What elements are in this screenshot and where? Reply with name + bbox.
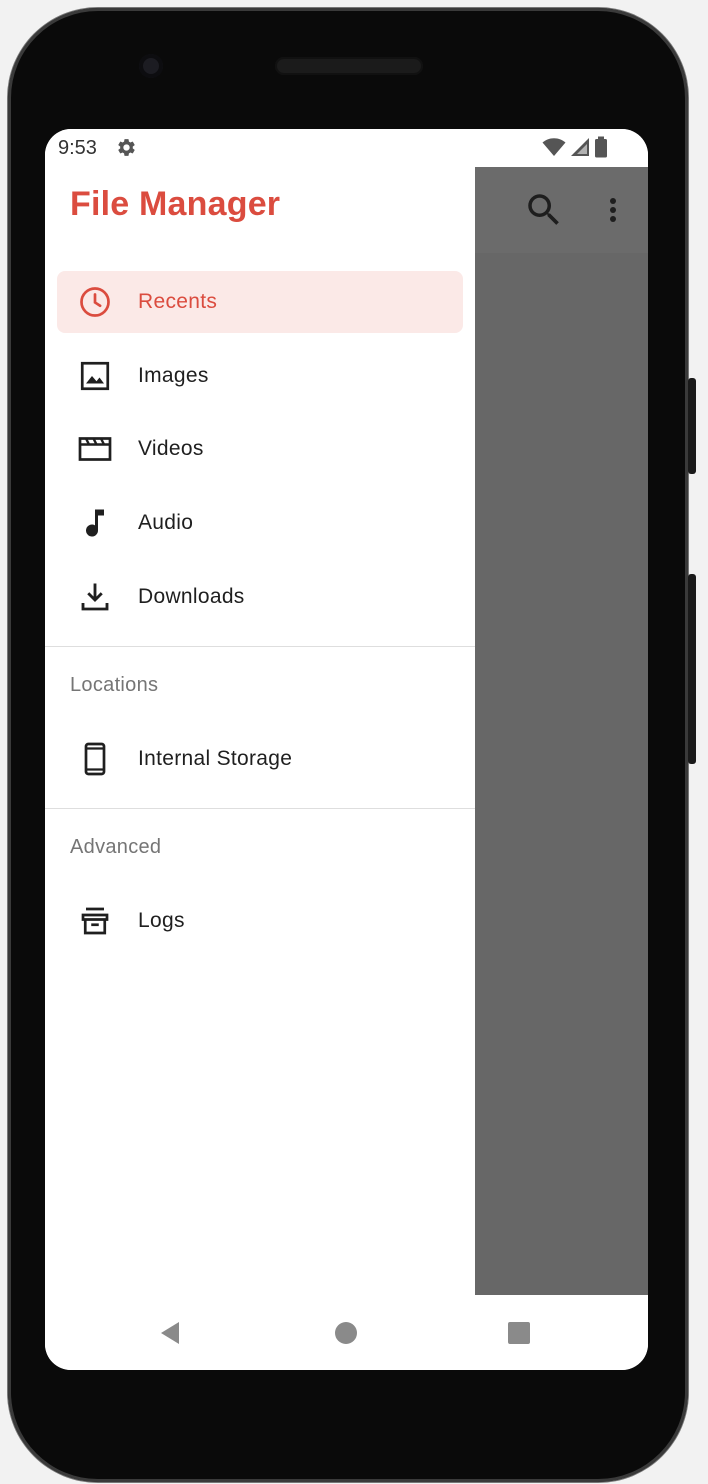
drawer-item-label: Audio — [138, 511, 194, 534]
section-header-advanced: Advanced — [70, 836, 162, 858]
battery-icon — [595, 136, 607, 158]
drawer-item-downloads[interactable]: Downloads — [57, 566, 463, 628]
clock-icon — [80, 287, 110, 317]
archive-icon — [81, 907, 109, 935]
movie-icon — [78, 437, 112, 461]
drawer-item-label: Logs — [138, 909, 185, 932]
drawer-divider — [45, 646, 475, 647]
more-vert-icon[interactable] — [601, 195, 625, 225]
earpiece-speaker — [275, 57, 423, 75]
drawer-title: File Manager — [70, 185, 281, 223]
music-note-icon — [86, 509, 104, 537]
cell-signal-icon — [571, 138, 589, 156]
status-icons — [542, 136, 608, 158]
device-screen: 9:53 File Manager Recents Images Videos … — [45, 129, 648, 1370]
power-button — [688, 378, 696, 474]
status-time: 9:53 — [58, 137, 97, 159]
app-bar — [475, 167, 648, 254]
drawer-item-logs[interactable]: Logs — [57, 890, 463, 952]
drawer-item-label: Images — [138, 364, 209, 387]
drawer-item-label: Downloads — [138, 585, 245, 608]
drawer-item-label: Recents — [138, 290, 218, 313]
drawer-item-videos[interactable]: Videos — [57, 418, 463, 480]
settings-gear-icon — [118, 139, 135, 156]
home-icon[interactable] — [332, 1319, 360, 1347]
status-bar: 9:53 — [45, 129, 648, 167]
download-icon — [81, 583, 109, 611]
front-camera — [139, 54, 163, 78]
drawer-divider — [45, 808, 475, 809]
wifi-icon — [542, 138, 566, 156]
navigation-drawer: File Manager Recents Images Videos Audio… — [45, 167, 475, 1295]
drawer-item-images[interactable]: Images — [57, 345, 463, 407]
drawer-item-label: Internal Storage — [138, 747, 293, 770]
back-icon[interactable] — [157, 1319, 185, 1347]
drawer-scrim[interactable] — [475, 253, 648, 1295]
drawer-item-audio[interactable]: Audio — [57, 492, 463, 554]
search-icon[interactable] — [523, 189, 565, 231]
phone-icon — [84, 742, 106, 776]
drawer-item-recents[interactable]: Recents — [57, 271, 463, 333]
section-header-locations: Locations — [70, 674, 159, 696]
volume-button — [688, 574, 696, 764]
image-icon — [80, 361, 110, 391]
system-navigation-bar — [45, 1295, 648, 1370]
drawer-item-internal-storage[interactable]: Internal Storage — [57, 728, 463, 790]
recents-square-icon[interactable] — [505, 1319, 533, 1347]
drawer-item-label: Videos — [138, 437, 204, 460]
